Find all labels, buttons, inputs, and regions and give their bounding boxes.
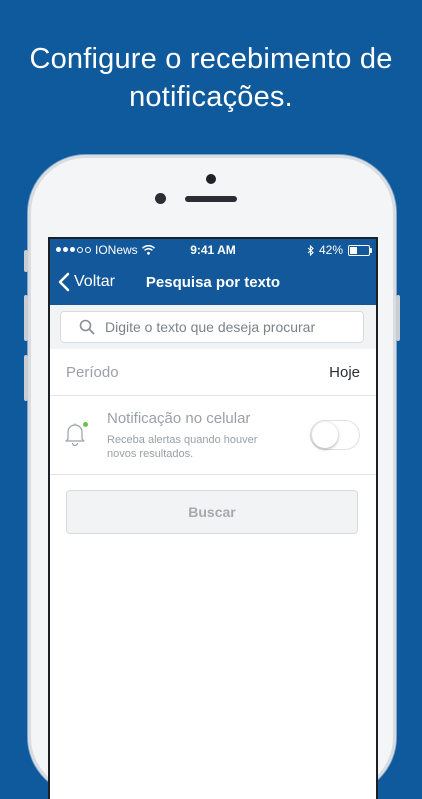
period-value: Hoje [329, 364, 360, 381]
period-row[interactable]: Período Hoje [50, 349, 376, 396]
proximity-sensor [206, 174, 216, 184]
notification-subtitle-line-1: Receba alertas quando houver [107, 434, 258, 446]
headline-line-1: Configure o recebimento de [29, 43, 393, 75]
search-input[interactable] [103, 318, 347, 336]
volume-up-button [24, 295, 28, 341]
navigation-bar: Voltar Pesquisa por texto [50, 261, 376, 305]
status-bar-right: 42% [307, 243, 372, 257]
headline-line-2: notificações. [129, 81, 293, 113]
battery-level-fill [350, 246, 357, 254]
notification-toggle[interactable] [310, 420, 360, 450]
page-title: Pesquisa por texto [145, 274, 281, 291]
search-submit-button[interactable]: Buscar [66, 490, 358, 534]
headline: Configure o recebimento de notificações. [0, 40, 422, 116]
phone-frame: IONews 9:41 AM 42% Voltar Pesquisa por t… [24, 155, 400, 799]
mute-switch [24, 250, 28, 272]
search-box[interactable] [60, 311, 364, 343]
earpiece-speaker [185, 196, 237, 202]
period-label: Período [66, 364, 119, 381]
notification-row: Notificação no celular Receba alertas qu… [50, 396, 376, 475]
bluetooth-icon [307, 244, 314, 256]
front-camera [155, 193, 166, 204]
notification-subtitle: Receba alertas quando houver novos resul… [107, 433, 307, 461]
status-bar: IONews 9:41 AM 42% [50, 239, 376, 261]
notification-indicator-dot [83, 422, 88, 427]
phone-screen: IONews 9:41 AM 42% Voltar Pesquisa por t… [48, 237, 378, 799]
battery-percent: 42% [318, 243, 343, 257]
volume-down-button [24, 355, 28, 401]
search-icon [79, 319, 95, 335]
notification-title: Notificação no celular [107, 410, 251, 427]
notification-subtitle-line-2: novos resultados. [107, 448, 194, 460]
battery-icon [348, 244, 372, 256]
power-button [396, 295, 400, 341]
toggle-knob [312, 422, 338, 448]
search-bar [50, 305, 376, 349]
